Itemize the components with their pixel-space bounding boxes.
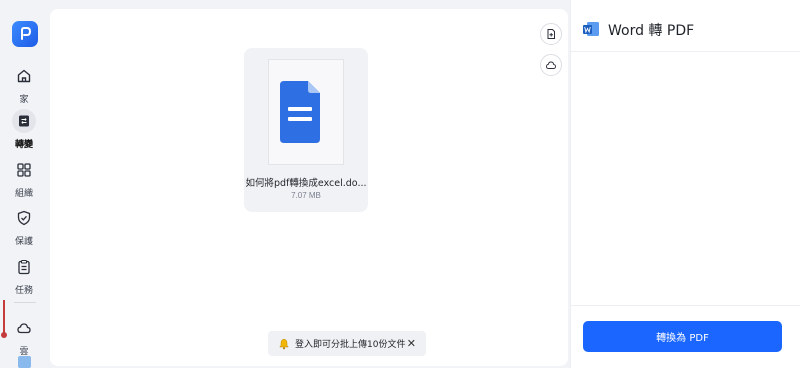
convert-icon xyxy=(12,109,36,133)
right-panel: Word 轉 PDF 轉換為 PDF xyxy=(570,0,800,368)
bell-icon xyxy=(279,338,289,349)
add-file-button[interactable] xyxy=(540,23,562,45)
sidebar-item-cloud[interactable]: 雲 xyxy=(0,316,48,357)
convert-to-pdf-button[interactable]: 轉換為 PDF xyxy=(583,321,782,352)
sidebar-item-label: 任務 xyxy=(14,286,33,296)
sidebar-item-label: 保護 xyxy=(14,237,33,247)
clipboard-icon xyxy=(12,255,36,279)
sidebar-item-tasks[interactable]: 任務 xyxy=(0,255,48,296)
close-icon[interactable]: ✕ xyxy=(407,337,416,350)
grid-icon xyxy=(12,158,36,182)
page-title: Word 轉 PDF xyxy=(608,23,695,39)
profile-tile[interactable] xyxy=(18,356,31,368)
sidebar-item-label: 家 xyxy=(19,95,29,105)
file-size: 7.07 MB xyxy=(291,191,321,200)
sidebar-item-label: 轉變 xyxy=(14,140,33,150)
sidebar-item-organize[interactable]: 組織 xyxy=(0,158,48,199)
thermometer-icon xyxy=(1,300,7,338)
word-icon xyxy=(583,22,599,36)
main-workspace: 如何將pdf轉換成excel.do... 7.07 MB 登入即可分批上傳10份… xyxy=(50,9,568,366)
sidebar-item-convert[interactable]: 轉變 xyxy=(0,109,48,150)
shield-icon xyxy=(12,206,36,230)
cloud-icon xyxy=(12,316,36,340)
file-thumbnail xyxy=(268,59,344,165)
app-logo[interactable] xyxy=(12,21,38,47)
file-name: 如何將pdf轉換成excel.do... xyxy=(245,178,367,189)
panel-header: Word 轉 PDF xyxy=(571,0,800,52)
document-icon xyxy=(280,81,320,143)
home-icon xyxy=(12,64,36,88)
cloud-upload-icon xyxy=(546,61,556,69)
login-toast: 登入即可分批上傳10份文件 ✕ xyxy=(268,331,426,356)
sidebar: 家 轉變 組織 保護 任務 雲 xyxy=(0,0,48,368)
file-card[interactable]: 如何將pdf轉換成excel.do... 7.07 MB xyxy=(244,48,368,212)
sidebar-divider xyxy=(14,302,36,303)
toast-message: 登入即可分批上傳10份文件 xyxy=(295,340,406,350)
sidebar-item-protect[interactable]: 保護 xyxy=(0,206,48,247)
sidebar-item-home[interactable]: 家 xyxy=(0,64,48,105)
footer-divider xyxy=(571,305,800,306)
add-file-icon xyxy=(547,29,555,39)
cloud-upload-button[interactable] xyxy=(540,54,562,76)
sidebar-item-label: 組織 xyxy=(14,189,33,199)
